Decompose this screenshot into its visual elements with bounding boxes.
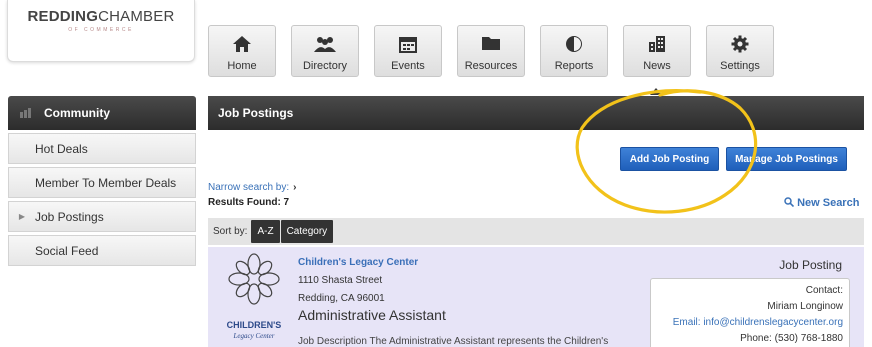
narrow-search-link[interactable]: Narrow search by: › — [208, 182, 296, 193]
folder-icon — [482, 37, 500, 50]
nav-events-button[interactable]: Events — [374, 25, 442, 77]
new-search-link[interactable]: New Search — [784, 197, 859, 209]
add-job-posting-button[interactable]: Add Job Posting — [620, 147, 719, 171]
home-icon — [233, 36, 251, 52]
nav-reports-label: Reports — [554, 60, 594, 72]
community-icon — [20, 108, 31, 118]
sidebar-item-label: Social Feed — [35, 243, 99, 258]
pie-chart-icon — [566, 36, 582, 52]
logo-subtitle: OF COMMERCE — [68, 27, 134, 33]
sidebar-item-job-postings[interactable]: ▶ Job Postings — [8, 201, 196, 232]
nav-home-label: Home — [227, 60, 257, 72]
sidebar-item-label: Hot Deals — [35, 141, 88, 156]
sidebar-header[interactable]: Community — [8, 96, 196, 130]
logo-word-thin: CHAMBER — [98, 8, 175, 25]
search-icon — [784, 197, 795, 208]
contact-label: Contact: — [805, 285, 843, 296]
contact-phone: Phone: (530) 768-1880 — [740, 333, 843, 344]
nav-reports-button[interactable]: Reports — [540, 25, 608, 77]
sidebar-item-label: Job Postings — [35, 209, 104, 224]
logo-text-sub: Legacy Center — [232, 332, 274, 340]
sidebar-item-label: Member To Member Deals — [35, 175, 177, 190]
nav-directory-label: Directory — [302, 60, 347, 72]
nav-resources-label: Resources — [464, 60, 518, 72]
address-line-1: 1110 Shasta Street — [298, 275, 383, 286]
nav-events-label: Events — [391, 60, 425, 72]
logo-text-main: CHILDREN'S — [227, 320, 282, 330]
logo-title: REDDINGCHAMBER — [8, 8, 194, 25]
nav-directory-button[interactable]: Directory — [291, 25, 359, 77]
active-nav-caret — [650, 88, 662, 95]
nav-settings-button[interactable]: Settings — [706, 25, 774, 77]
chamber-logo[interactable]: REDDINGCHAMBER OF COMMERCE — [7, 0, 195, 62]
nav-home-button[interactable]: Home — [208, 25, 276, 77]
job-listing-card: CHILDREN'S Legacy Center Children's Lega… — [208, 247, 864, 347]
sidebar-item-member-deals[interactable]: Member To Member Deals — [8, 167, 196, 198]
narrow-search-label: Narrow search by: — [208, 182, 290, 193]
new-search-label: New Search — [797, 197, 860, 209]
people-icon — [314, 37, 336, 52]
nav-settings-label: Settings — [720, 60, 760, 72]
sidebar-item-social-feed[interactable]: Social Feed — [8, 235, 196, 266]
nav-news-button[interactable]: News — [623, 25, 691, 77]
calendar-icon — [399, 37, 417, 53]
chevron-right-icon: ▶ — [18, 212, 26, 221]
job-title-link[interactable]: Administrative Assistant — [298, 307, 446, 323]
logo-word-bold: REDDING — [27, 8, 99, 25]
sidebar-item-hot-deals[interactable]: Hot Deals — [8, 133, 196, 164]
sort-category-button[interactable]: Category — [280, 220, 334, 243]
sort-label: Sort by: — [213, 226, 248, 237]
contact-box: Contact: Miriam Longinow Email: info@chi… — [650, 278, 850, 347]
contact-email-link[interactable]: Email: info@childrenslegacycenter.org — [651, 317, 843, 333]
sort-az-button[interactable]: A-Z — [251, 220, 280, 243]
manage-job-postings-button[interactable]: Manage Job Postings — [726, 147, 847, 171]
chevron-right-icon: › — [293, 182, 297, 193]
gear-icon — [731, 35, 749, 53]
sidebar-header-label: Community — [44, 106, 110, 120]
sort-bar: Sort by: A-Z Category — [208, 218, 864, 245]
results-count: Results Found: 7 — [208, 197, 290, 208]
org-name-link[interactable]: Children's Legacy Center — [298, 257, 418, 268]
page-title: Job Postings — [218, 106, 294, 120]
sidebar: Community Hot Deals Member To Member Dea… — [8, 96, 196, 266]
nav-news-label: News — [643, 60, 671, 72]
job-type-label: Job Posting — [779, 258, 842, 272]
page-title-bar: Job Postings — [208, 96, 864, 130]
nav-resources-button[interactable]: Resources — [457, 25, 525, 77]
childrens-legacy-logo[interactable]: CHILDREN'S Legacy Center — [218, 250, 290, 346]
address-line-2: Redding, CA 96001 — [298, 293, 385, 304]
building-icon — [649, 36, 665, 52]
job-description: Job Description The Administrative Assis… — [298, 336, 609, 347]
contact-name: Miriam Longinow — [767, 301, 843, 312]
